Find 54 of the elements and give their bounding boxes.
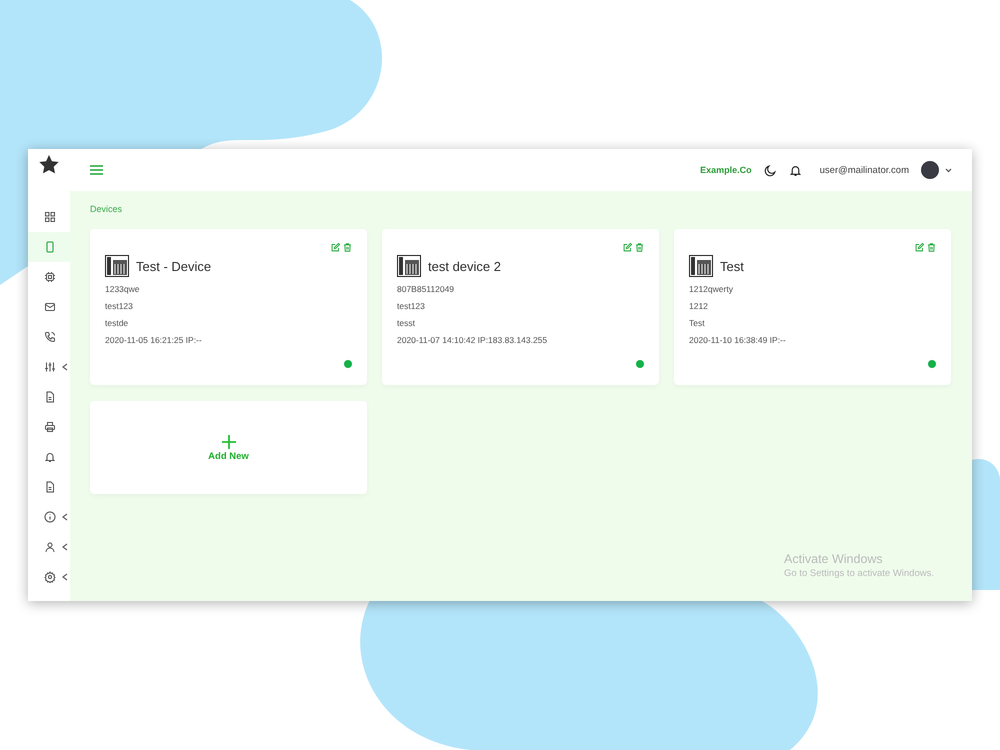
device-detail: testde bbox=[105, 318, 130, 328]
device-detail: 1212qwerty bbox=[689, 284, 734, 294]
activation-notice-title: Activate Windows bbox=[784, 552, 884, 566]
device-detail: test123 bbox=[397, 301, 426, 311]
edit-icon[interactable] bbox=[623, 243, 632, 252]
moon-icon[interactable] bbox=[764, 164, 777, 176]
device-detail: tesst bbox=[397, 318, 416, 328]
file-icon bbox=[44, 481, 56, 493]
plus-icon bbox=[220, 434, 236, 450]
user-icon bbox=[44, 541, 56, 553]
star-icon bbox=[39, 154, 59, 174]
phone-device-icon bbox=[689, 255, 713, 277]
printer-icon bbox=[44, 421, 56, 433]
mail-icon bbox=[44, 301, 56, 313]
edit-icon[interactable] bbox=[915, 243, 924, 252]
grid-icon bbox=[44, 211, 56, 223]
trash-icon[interactable] bbox=[927, 243, 936, 252]
gear-icon bbox=[44, 571, 56, 583]
bell-icon bbox=[44, 451, 56, 463]
menu-icon[interactable] bbox=[90, 165, 103, 175]
chevron-down-icon[interactable] bbox=[945, 168, 952, 172]
phone-device-icon bbox=[105, 255, 129, 277]
breadcrumb[interactable]: Devices bbox=[90, 204, 952, 214]
info-icon bbox=[44, 511, 56, 523]
device-detail: Test bbox=[689, 318, 706, 328]
user-email[interactable]: user@mailinator.com bbox=[820, 164, 909, 176]
device-name: Test - Device bbox=[136, 258, 212, 274]
chevron-left-icon bbox=[62, 573, 68, 581]
chevron-left-icon bbox=[62, 513, 68, 521]
phone-device-icon bbox=[397, 255, 421, 277]
trash-icon[interactable] bbox=[343, 243, 352, 252]
chip-icon bbox=[44, 271, 56, 283]
device-name: test device 2 bbox=[428, 258, 501, 274]
device-detail: 807B85112049 bbox=[397, 284, 456, 294]
device-detail: 2020-11-07 14:10:42 IP:183.83.143.255 bbox=[397, 335, 548, 345]
mobile-icon bbox=[44, 241, 56, 253]
sliders-icon bbox=[44, 361, 56, 373]
device-detail: 2020-11-10 16:38:49 IP:-- bbox=[689, 335, 787, 345]
call-icon bbox=[44, 331, 56, 343]
device-detail: 1233qwe bbox=[105, 284, 141, 294]
device-name: Test bbox=[720, 258, 744, 274]
activation-notice-text: Go to Settings to activate Windows. bbox=[784, 568, 934, 579]
device-detail: 1212 bbox=[689, 301, 709, 311]
add-new-card[interactable]: Add New bbox=[90, 401, 367, 494]
file-icon bbox=[44, 391, 56, 403]
avatar[interactable] bbox=[921, 161, 939, 179]
edit-icon[interactable] bbox=[331, 243, 340, 252]
company-name: Example.Co bbox=[700, 165, 752, 175]
bell-icon[interactable] bbox=[788, 164, 802, 176]
device-detail: test123 bbox=[105, 301, 134, 311]
device-detail: 2020-11-05 16:21:25 IP:-- bbox=[105, 335, 203, 345]
chevron-left-icon bbox=[62, 543, 68, 551]
chevron-left-icon bbox=[62, 363, 68, 371]
trash-icon[interactable] bbox=[635, 243, 644, 252]
